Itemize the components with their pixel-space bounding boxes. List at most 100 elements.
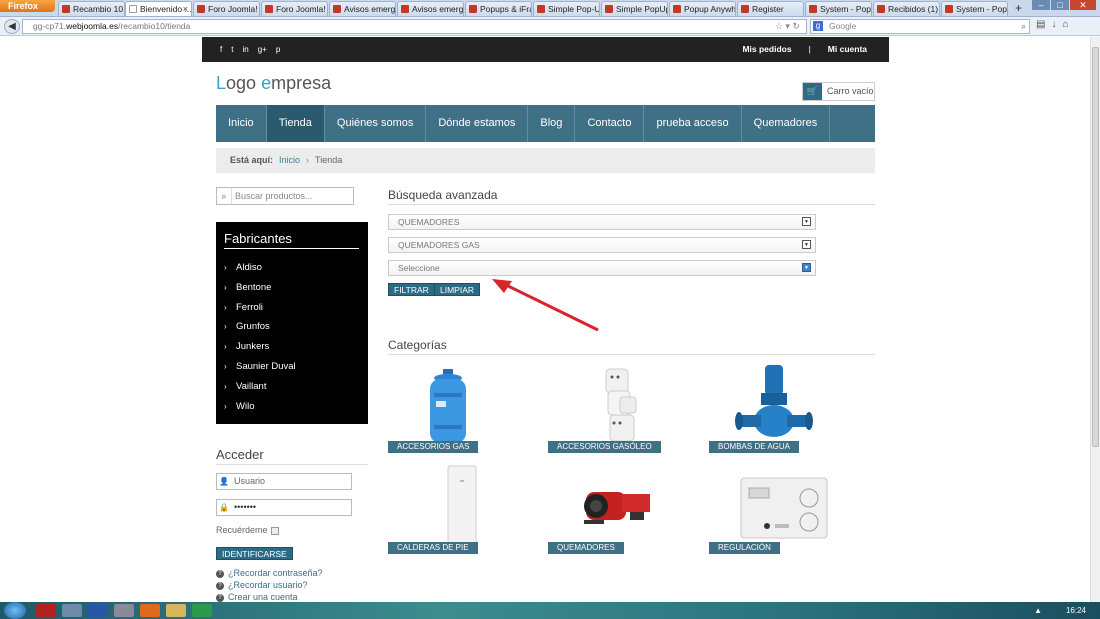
tab-label: Popup Anywhe... bbox=[684, 4, 736, 14]
browser-tab[interactable]: Foro Joomla! y ... bbox=[261, 1, 328, 16]
browser-tab[interactable]: Recambio 10 - ... bbox=[58, 1, 125, 16]
cart-button[interactable]: 🛒 Carro vacío bbox=[802, 82, 875, 101]
app-icon[interactable] bbox=[62, 604, 82, 617]
browser-tab[interactable]: System - Popu... bbox=[941, 1, 1008, 16]
word-icon[interactable] bbox=[88, 604, 108, 617]
app-icon[interactable] bbox=[114, 604, 134, 617]
browser-tab[interactable]: System - Popu... bbox=[805, 1, 872, 16]
username-field[interactable]: 👤 Usuario bbox=[216, 473, 352, 490]
category-tile-pumps[interactable]: BOMBAS DE AGUA bbox=[709, 363, 829, 453]
folder-icon[interactable] bbox=[166, 604, 186, 617]
product-search-input[interactable]: ⌕ Buscar productos... bbox=[216, 187, 354, 205]
menu-item[interactable]: Quemadores bbox=[742, 105, 831, 142]
minimize-button[interactable]: – bbox=[1032, 0, 1050, 10]
clear-button[interactable]: LIMPIAR bbox=[434, 283, 481, 296]
tab-favicon-icon bbox=[265, 5, 273, 13]
menu-item[interactable]: Dónde estamos bbox=[426, 105, 529, 142]
password-field[interactable]: 🔒 ••••••• bbox=[216, 499, 352, 516]
create-account-link[interactable]: ? Crear una cuenta bbox=[216, 592, 298, 602]
browser-tab[interactable]: Avisos emerge... bbox=[329, 1, 396, 16]
manufacturer-item[interactable]: › Junkers bbox=[224, 341, 296, 361]
manufacturer-item[interactable]: › Vaillant bbox=[224, 381, 296, 401]
category-tile-regulation[interactable]: REGULACIÓN bbox=[709, 464, 829, 554]
maximize-button[interactable]: □ bbox=[1051, 0, 1069, 10]
close-window-button[interactable]: ✕ bbox=[1070, 0, 1096, 10]
category-tile-burners[interactable]: QUEMADORES bbox=[548, 464, 668, 554]
category-label: QUEMADORES bbox=[548, 542, 624, 554]
browser-tab[interactable]: Foro Joomla! y ... bbox=[193, 1, 260, 16]
menu-item[interactable]: prueba acceso bbox=[644, 105, 742, 142]
manufacturer-item[interactable]: › Bentone bbox=[224, 282, 296, 302]
manufacturer-item[interactable]: › Grunfos bbox=[224, 321, 296, 341]
logo-text-1: ogo bbox=[226, 73, 262, 93]
manufacturer-item[interactable]: › Saunier Duval bbox=[224, 361, 296, 381]
menu-item[interactable]: Tienda bbox=[266, 105, 325, 142]
tab-label: Foro Joomla! y ... bbox=[276, 4, 327, 14]
search-icon[interactable]: ⌕ bbox=[1021, 20, 1026, 33]
back-button[interactable]: ◀ bbox=[4, 19, 20, 34]
filter-button[interactable]: FILTRAR bbox=[388, 283, 435, 296]
search-bar[interactable]: g Google ⌕ bbox=[810, 19, 1030, 34]
menu-item[interactable]: Inicio bbox=[216, 105, 267, 142]
manufacturer-label: Aldiso bbox=[236, 262, 262, 273]
firefox-icon[interactable] bbox=[140, 604, 160, 617]
bookmark-star-icon[interactable]: ☆ bbox=[775, 21, 783, 31]
forgot-password-link[interactable]: ? ¿Recordar contraseña? bbox=[216, 568, 323, 578]
breadcrumb-home-link[interactable]: Inicio bbox=[279, 155, 300, 165]
scrollbar-thumb[interactable] bbox=[1092, 47, 1099, 447]
manufacturer-label: Grunfos bbox=[236, 321, 270, 333]
social-icon[interactable]: f bbox=[220, 45, 222, 54]
manufacturer-item[interactable]: › Aldiso bbox=[224, 262, 296, 282]
forgot-username-link[interactable]: ? ¿Recordar usuario? bbox=[216, 580, 308, 590]
menu-item[interactable]: Contacto bbox=[575, 105, 645, 142]
tab-favicon-icon bbox=[945, 5, 953, 13]
app-icon[interactable] bbox=[192, 604, 212, 617]
browser-tab[interactable]: Popups & iFra... bbox=[465, 1, 532, 16]
address-bar[interactable]: gg-cp71.webjoomla.es/recambio10/tienda ☆… bbox=[22, 19, 807, 34]
manufacturer-item[interactable]: › Ferroli bbox=[224, 302, 296, 322]
category-tile-gas[interactable]: ACCESORIOS GAS bbox=[388, 363, 508, 453]
site-logo[interactable]: Logo empresa bbox=[216, 73, 331, 94]
home-icon[interactable]: ⌂ bbox=[1062, 19, 1074, 30]
reload-icon[interactable]: ↻ bbox=[792, 21, 800, 31]
my-account-link[interactable]: Mi cuenta bbox=[828, 44, 867, 54]
social-icon[interactable]: p bbox=[276, 45, 280, 54]
bookmarks-icon[interactable]: ▤ bbox=[1036, 19, 1051, 30]
browser-tab[interactable]: Recibidos (1) - ... bbox=[873, 1, 940, 16]
new-tab-button[interactable]: + bbox=[1015, 1, 1022, 15]
social-icon[interactable]: t bbox=[231, 45, 233, 54]
start-button[interactable] bbox=[4, 602, 26, 619]
manufacturer-label: Wilo bbox=[236, 400, 255, 412]
remember-checkbox[interactable] bbox=[270, 526, 279, 535]
filters-image bbox=[605, 368, 637, 442]
categories-title: Categorías bbox=[388, 338, 875, 355]
browser-tab[interactable]: Simple Pop-Up ... bbox=[533, 1, 600, 16]
my-orders-link[interactable]: Mis pedidos bbox=[742, 44, 791, 54]
category-select-3[interactable]: Seleccione ▼ bbox=[388, 260, 816, 276]
category-tile-boilers[interactable]: CALDERAS DE PIE bbox=[388, 464, 508, 554]
browser-tab[interactable]: Avisos emerge... bbox=[397, 1, 464, 16]
menu-item[interactable]: Quiénes somos bbox=[325, 105, 427, 142]
login-button[interactable]: IDENTIFICARSE bbox=[216, 547, 293, 560]
tab-close-icon[interactable]: × bbox=[183, 2, 188, 16]
manufacturer-item[interactable]: › Wilo bbox=[224, 401, 296, 421]
select-3-value: Seleccione bbox=[398, 263, 440, 273]
firefox-menu-button[interactable]: Firefox bbox=[0, 0, 55, 12]
logo-text-2: mpresa bbox=[271, 73, 332, 93]
social-icon[interactable]: g+ bbox=[258, 45, 267, 54]
category-label: REGULACIÓN bbox=[709, 542, 780, 554]
category-tile-gasoleo[interactable]: ACCESORIOS GASÓLEO bbox=[548, 363, 668, 453]
menu-item[interactable]: Blog bbox=[528, 105, 576, 142]
page-scrollbar[interactable] bbox=[1090, 37, 1100, 602]
browser-tab[interactable]: Popup Anywhe... bbox=[669, 1, 736, 16]
social-icon[interactable]: in bbox=[242, 45, 248, 54]
browser-tab[interactable]: Register bbox=[737, 1, 804, 16]
category-select-1[interactable]: QUEMADORES ▼ bbox=[388, 214, 816, 230]
browser-tab[interactable]: Bienvenido ... × bbox=[125, 1, 192, 16]
filezilla-icon[interactable] bbox=[36, 604, 56, 617]
download-icon[interactable]: ↓ bbox=[1051, 19, 1062, 30]
tab-favicon-icon bbox=[741, 5, 749, 13]
username-placeholder: Usuario bbox=[234, 476, 266, 486]
category-select-2[interactable]: QUEMADORES GAS ▼ bbox=[388, 237, 816, 253]
browser-tab[interactable]: Simple PopUp bbox=[601, 1, 668, 16]
